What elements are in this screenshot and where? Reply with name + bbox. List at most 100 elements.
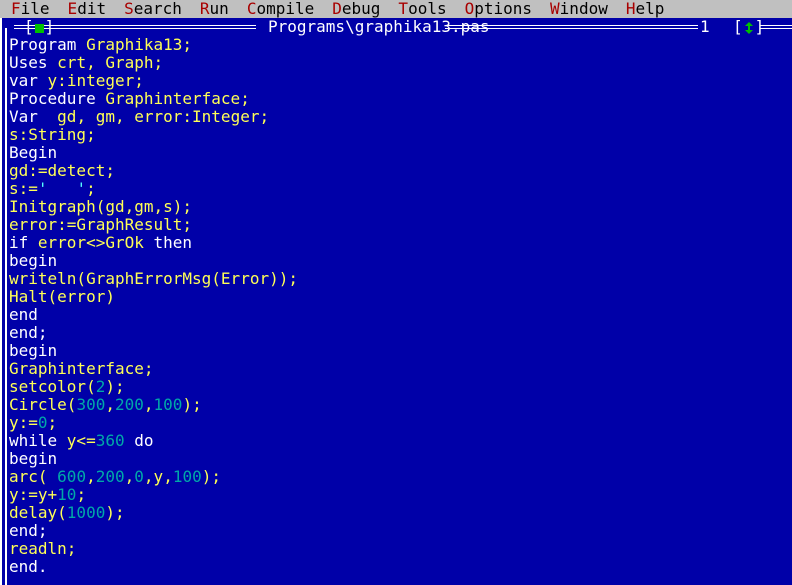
code-token-id: s:= bbox=[9, 179, 38, 198]
code-line[interactable]: end; bbox=[9, 324, 787, 342]
menu-hotkey-letter: O bbox=[464, 0, 475, 18]
code-token-kw: then bbox=[143, 233, 193, 252]
menu-hotkey-letter: T bbox=[398, 0, 409, 18]
menu-item-window[interactable]: Window bbox=[550, 0, 608, 18]
menu-item-tools[interactable]: Tools bbox=[398, 0, 446, 18]
code-line[interactable]: readln; bbox=[9, 540, 787, 558]
code-line[interactable]: begin bbox=[9, 450, 787, 468]
code-line[interactable]: end bbox=[9, 306, 787, 324]
code-line[interactable]: Initgraph(gd,gm,s); bbox=[9, 198, 787, 216]
code-token-kw: Var bbox=[9, 107, 58, 126]
code-line[interactable]: while y<=360 do bbox=[9, 432, 787, 450]
code-token-id: Graphinterface; bbox=[9, 359, 154, 378]
code-token-id: s:String; bbox=[9, 125, 96, 144]
code-token-num: 300 bbox=[76, 395, 106, 414]
menu-hotkey-letter: R bbox=[199, 0, 210, 18]
code-token-id: ); bbox=[105, 503, 125, 522]
code-token-kw: Begin bbox=[9, 143, 58, 162]
code-token-num: 100 bbox=[153, 395, 183, 414]
code-line[interactable]: Circle(300,200,100); bbox=[9, 396, 787, 414]
code-line[interactable]: end; bbox=[9, 522, 787, 540]
code-line[interactable]: begin bbox=[9, 252, 787, 270]
code-line[interactable]: setcolor(2); bbox=[9, 378, 787, 396]
code-line[interactable]: begin bbox=[9, 342, 787, 360]
menu-hotkey-letter: E bbox=[67, 0, 78, 18]
code-token-kw: do bbox=[124, 431, 154, 450]
code-token-id: ; bbox=[86, 179, 96, 198]
menu-item-search[interactable]: Search bbox=[124, 0, 182, 18]
code-token-kw: var bbox=[9, 71, 48, 90]
code-token-id: integer bbox=[66, 71, 135, 90]
code-token-id: ); bbox=[201, 467, 221, 486]
code-token-num: 2 bbox=[95, 377, 106, 396]
menu-item-label: elp bbox=[635, 0, 665, 18]
code-line[interactable]: Var gd, gm, error:Integer; bbox=[9, 108, 787, 126]
menu-hotkey-letter: C bbox=[246, 0, 257, 18]
code-token-num: 10 bbox=[57, 485, 77, 504]
code-token-num: 0 bbox=[134, 467, 144, 486]
menu-item-label: earch bbox=[133, 0, 182, 18]
code-line[interactable]: Halt(error) bbox=[9, 288, 787, 306]
menu-hotkey-letter: W bbox=[550, 0, 560, 18]
code-token-id: , bbox=[86, 53, 106, 72]
code-line[interactable]: delay(1000); bbox=[9, 504, 787, 522]
code-token-id: Halt(error) bbox=[9, 287, 115, 306]
menu-item-run[interactable]: Run bbox=[200, 0, 229, 18]
code-line[interactable]: Graphinterface; bbox=[9, 360, 787, 378]
close-box-button[interactable]: [] bbox=[24, 18, 54, 36]
code-editor-text-area[interactable]: Program Graphika13; Uses crt, Graph; var y… bbox=[9, 36, 787, 585]
menu-item-label: ebug bbox=[341, 0, 381, 18]
zoom-resize-button[interactable]: [] bbox=[733, 18, 764, 36]
code-token-kw: Program bbox=[9, 36, 87, 54]
code-token-id: Graphinterface bbox=[105, 89, 241, 108]
menu-item-compile[interactable]: Compile bbox=[247, 0, 314, 18]
code-token-id: y:= bbox=[9, 413, 38, 432]
code-token-id: error:=GraphResult; bbox=[9, 215, 193, 234]
menu-item-label: indow bbox=[559, 0, 608, 18]
code-token-id: setcolor( bbox=[9, 377, 96, 396]
code-token-kw: while bbox=[9, 431, 67, 450]
code-token-kw: begin bbox=[9, 341, 58, 360]
code-token-id: Graph bbox=[105, 53, 154, 72]
turbo-pascal-ide: File Edit Search Run Compile Debug Tools Option… bbox=[0, 0, 792, 585]
code-line[interactable]: Begin bbox=[9, 144, 787, 162]
code-token-num: 200 bbox=[114, 395, 144, 414]
code-token-id: Circle( bbox=[9, 395, 77, 414]
code-line[interactable]: gd:=detect; bbox=[9, 162, 787, 180]
code-line[interactable]: arc( 600,200,0,y,100); bbox=[9, 468, 787, 486]
menu-item-file[interactable]: File bbox=[11, 0, 50, 18]
code-line[interactable]: y:=0; bbox=[9, 414, 787, 432]
bracket-right: ] bbox=[754, 17, 765, 36]
code-token-id: y bbox=[47, 71, 58, 90]
code-line[interactable]: error:=GraphResult; bbox=[9, 216, 787, 234]
code-token-num: 0 bbox=[37, 413, 48, 432]
code-line[interactable]: s:String; bbox=[9, 126, 787, 144]
menu-item-label: ptions bbox=[474, 0, 533, 18]
code-token-kw: Procedure bbox=[9, 89, 106, 108]
code-token-num: 1000 bbox=[66, 503, 106, 522]
code-line[interactable]: Program Graphika13; bbox=[9, 36, 787, 54]
code-token-id: gd:=detect; bbox=[9, 161, 115, 180]
code-line[interactable]: s:=' '; bbox=[9, 180, 787, 198]
code-line[interactable]: Procedure Graphinterface; bbox=[9, 90, 787, 108]
code-line[interactable]: writeln(GraphErrorMsg(Error)); bbox=[9, 270, 787, 288]
code-token-id: Initgraph(gd,gm,s); bbox=[9, 197, 193, 216]
code-line[interactable]: end. bbox=[9, 558, 787, 576]
menu-item-edit[interactable]: Edit bbox=[68, 0, 107, 18]
code-token-id: delay( bbox=[9, 503, 67, 522]
code-token-id: ; bbox=[240, 89, 250, 108]
code-line[interactable]: var y:integer; bbox=[9, 72, 787, 90]
code-token-id: ; bbox=[153, 53, 164, 72]
code-line[interactable]: y:=y+10; bbox=[9, 486, 787, 504]
menu-item-options[interactable]: Options bbox=[465, 0, 532, 18]
code-line[interactable]: Uses crt, Graph; bbox=[9, 54, 787, 72]
code-token-id: ; bbox=[182, 36, 193, 54]
code-token-id: ; bbox=[134, 71, 144, 90]
code-line[interactable]: if error<>GrOk then bbox=[9, 234, 787, 252]
menu-item-label: dit bbox=[77, 0, 107, 18]
code-token-num: 360 bbox=[95, 431, 125, 450]
code-token-id: Graphika13 bbox=[86, 36, 183, 54]
code-token-id: error<>GrOk bbox=[37, 233, 144, 252]
menu-item-debug[interactable]: Debug bbox=[332, 0, 380, 18]
menu-item-help[interactable]: Help bbox=[626, 0, 665, 18]
